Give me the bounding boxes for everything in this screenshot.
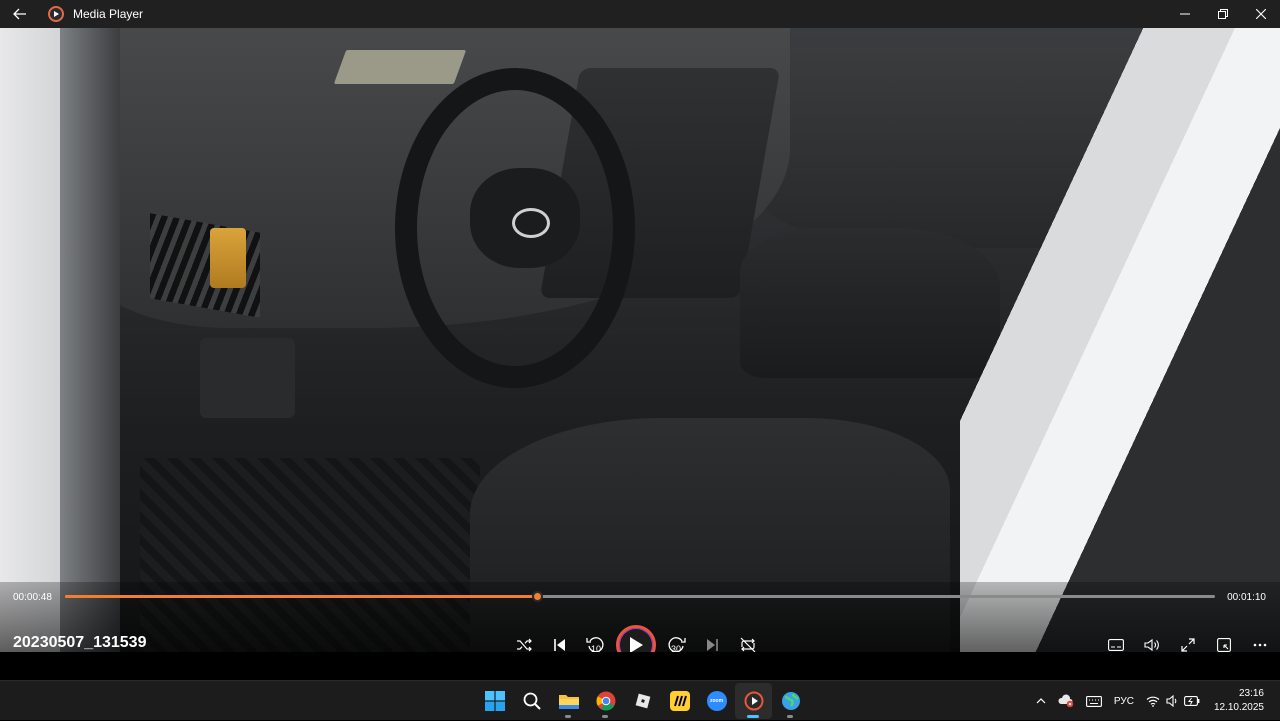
start-button[interactable]: [476, 683, 513, 719]
close-button[interactable]: [1242, 0, 1280, 28]
total-duration: 00:01:10: [1227, 592, 1266, 603]
zoom-icon-label: zoom: [709, 698, 724, 704]
video-switch-panel: [200, 338, 295, 418]
touch-keyboard-button[interactable]: [1080, 681, 1108, 721]
captions-icon: [1108, 639, 1124, 651]
minimize-icon: [1180, 13, 1190, 15]
seek-bar[interactable]: [65, 591, 1215, 602]
clock-date: 12.10.2025: [1213, 702, 1264, 713]
current-time: 00:00:48: [13, 592, 52, 603]
back-button[interactable]: [0, 0, 40, 28]
close-icon: [1256, 9, 1266, 19]
seek-bar-thumb[interactable]: [531, 591, 543, 602]
window-bottom-area: [0, 652, 1280, 680]
cloud-error-icon: [1058, 694, 1074, 708]
maximize-button[interactable]: [1204, 0, 1242, 28]
input-language[interactable]: РУС: [1108, 681, 1140, 721]
media-player-app-icon: [48, 6, 64, 22]
zoom-icon: zoom: [706, 691, 727, 711]
taskbar-apps: zoom: [476, 681, 809, 721]
taskbar-media-player[interactable]: [735, 683, 772, 719]
window-title: Media Player: [73, 7, 144, 21]
next-icon: [707, 639, 718, 651]
shuffle-icon: [517, 638, 532, 652]
video-frame[interactable]: [0, 28, 1280, 652]
system-tray: РУС 23:16 12.10.2025: [1030, 681, 1280, 721]
taskbar-zoom[interactable]: zoom: [698, 683, 735, 719]
taskbar-chrome[interactable]: [587, 683, 624, 719]
previous-icon: [554, 639, 565, 651]
back-arrow-icon: [13, 8, 26, 20]
video-dashboard-card: [333, 50, 467, 84]
show-hidden-icons-button[interactable]: [1030, 681, 1052, 721]
more-icon: [1253, 643, 1267, 647]
taskbar-roblox[interactable]: [624, 683, 661, 719]
title-bar: Media Player: [0, 0, 1280, 28]
keyboard-icon: [1085, 695, 1102, 707]
network-volume-battery[interactable]: [1140, 681, 1206, 721]
battery-charging-icon: [1183, 696, 1200, 706]
clock-time: 23:16: [1238, 688, 1264, 699]
start-icon: [484, 691, 505, 711]
media-player-window: Media Player 00:00:48 00:01:10 20230507_…: [0, 0, 1280, 680]
taskbar-miro[interactable]: [661, 683, 698, 719]
fullscreen-icon: [1181, 638, 1195, 652]
globe-app-icon: [781, 692, 800, 710]
search-button[interactable]: [513, 683, 550, 719]
miro-icon: [669, 691, 690, 711]
media-title: 20230507_131539: [13, 634, 147, 651]
minimize-button[interactable]: [1166, 0, 1204, 28]
taskbar-globe-app[interactable]: [772, 683, 809, 719]
repeat-off-icon: [740, 637, 756, 653]
taskbar-clock[interactable]: 23:16 12.10.2025: [1206, 687, 1280, 715]
video-right-door-frame: [960, 28, 1280, 652]
video-air-freshener: [210, 228, 246, 288]
wifi-icon: [1146, 696, 1160, 707]
restore-icon: [1218, 9, 1228, 19]
file-explorer-icon: [558, 695, 579, 709]
taskbar-file-explorer[interactable]: [550, 683, 587, 719]
chevron-up-icon: [1036, 698, 1046, 704]
volume-icon: [1144, 638, 1159, 652]
seek-bar-progress: [65, 595, 537, 598]
search-icon: [523, 692, 541, 710]
video-toyota-logo: [512, 208, 550, 238]
tray-app-status[interactable]: [1052, 681, 1080, 721]
mini-view-icon: [1217, 638, 1231, 652]
chrome-icon: [596, 691, 615, 711]
video-left-door-edge: [60, 28, 120, 652]
taskbar: zoom РУС 23:16 12.10.2025: [0, 680, 1280, 720]
roblox-icon: [635, 693, 650, 709]
media-player-icon: [744, 691, 763, 711]
speaker-icon: [1166, 695, 1177, 707]
